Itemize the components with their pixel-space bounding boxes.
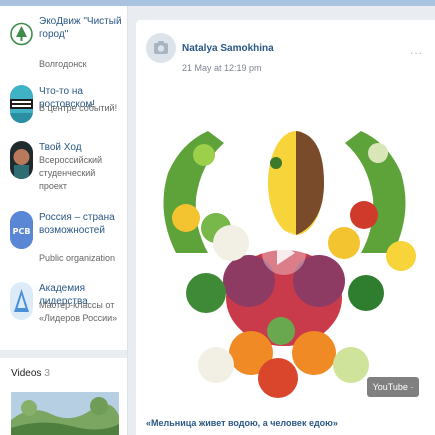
- leaders-academy-logo-icon: [10, 282, 33, 320]
- rostov-logo-icon: [10, 85, 33, 123]
- svg-text:РСВ: РСВ: [13, 227, 31, 236]
- group-description: Всероссийский студенческий проект: [39, 155, 103, 191]
- videos-count: 3: [44, 368, 50, 379]
- video-duration-badge: YouTube · 4:50: [367, 377, 419, 412]
- videos-header[interactable]: Videos 3: [11, 368, 50, 379]
- group-item-rostov[interactable]: Что-то на ростовском! В центре событий!: [0, 81, 127, 141]
- tvoy-hod-logo-icon: [10, 141, 33, 179]
- author-avatar[interactable]: [146, 33, 176, 63]
- camera-icon: [154, 41, 168, 54]
- rsv-logo-icon: РСВ: [10, 211, 33, 249]
- group-item-leaders-academy[interactable]: Академия лидерства Мастер-классы от «Лид…: [0, 278, 127, 338]
- group-description: Public organization: [39, 253, 116, 263]
- videos-label[interactable]: Videos: [11, 368, 41, 379]
- post-card: Natalya Samokhina 21 May at 12:19 pm ···: [136, 20, 435, 435]
- ecodvizh-logo-icon: [10, 15, 33, 53]
- post-caption[interactable]: «Мельница живет водою, а человек едою»: [146, 418, 426, 428]
- group-name[interactable]: ЭкоДвиж "Чистый город": [39, 15, 123, 41]
- vegetable-figure-image: [146, 103, 423, 408]
- group-item-tvoy-hod[interactable]: Твой Ход Всероссийский студенческий прое…: [0, 137, 127, 197]
- group-description: Мастер-классы от «Лидеров России»: [39, 300, 118, 323]
- group-description: В центре событий!: [39, 103, 118, 113]
- left-sidebar: ЭкоДвиж "Чистый город" Волгодонск Что-то…: [0, 6, 128, 435]
- more-options-icon[interactable]: ···: [410, 48, 423, 59]
- group-name[interactable]: Твой Ход: [39, 141, 123, 154]
- group-item-rsv[interactable]: РСВ Россия – страна возможностей Public …: [0, 207, 127, 267]
- post-date[interactable]: 21 May at 12:19 pm: [182, 63, 262, 73]
- group-name[interactable]: Россия – страна возможностей: [39, 211, 123, 237]
- post-author[interactable]: Natalya Samokhina: [182, 43, 274, 54]
- group-description: Волгодонск: [39, 59, 87, 69]
- sidebar-divider: [0, 350, 127, 358]
- post-video-preview[interactable]: [146, 103, 423, 408]
- video-thumbnail[interactable]: [11, 392, 119, 435]
- group-item-ecodvizh[interactable]: ЭкоДвиж "Чистый город" Волгодонск: [0, 11, 127, 71]
